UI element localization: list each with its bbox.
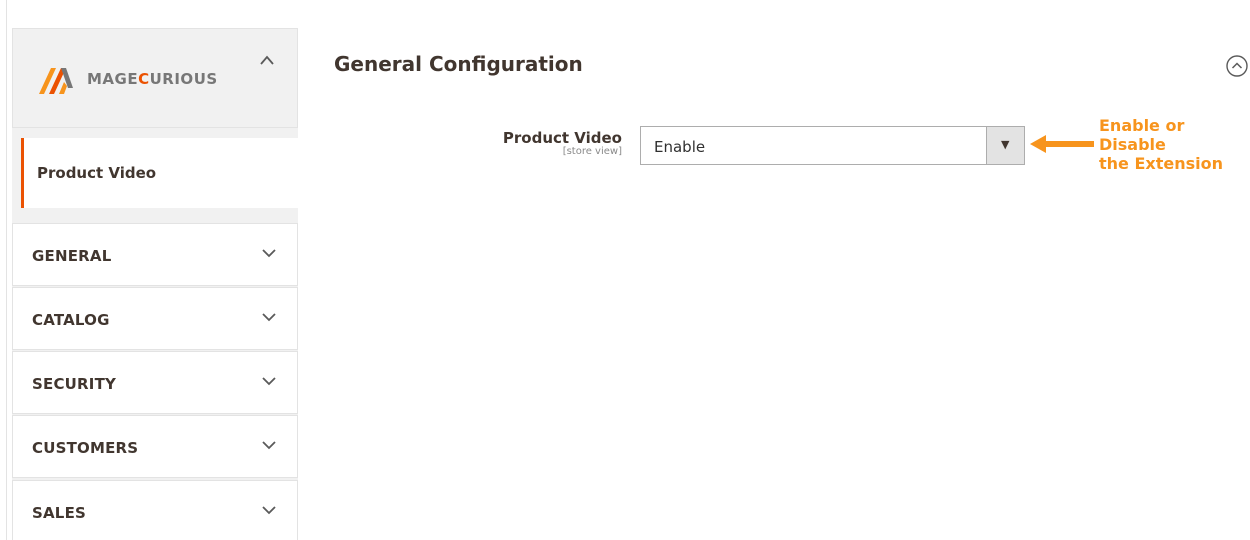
- sidebar-item-label: GENERAL: [32, 247, 112, 265]
- sidebar-item-sales[interactable]: SALES: [12, 480, 298, 540]
- triangle-down-icon: ▼: [1001, 138, 1010, 151]
- sidebar-item-label: SECURITY: [32, 375, 117, 393]
- circle-chevron-up-icon[interactable]: [1225, 54, 1249, 78]
- chevron-down-icon: [262, 313, 276, 322]
- product-video-select[interactable]: Enable ▼: [640, 126, 1025, 165]
- brand-logo-text: MAGECURIOUS: [87, 70, 218, 88]
- page-left-border: [6, 0, 7, 540]
- sidebar-item-label: Product Video: [37, 164, 157, 182]
- annotation-callout: Enable or Disable the Extension: [1099, 116, 1223, 173]
- annotation-line: Disable: [1099, 135, 1166, 154]
- select-value: Enable: [654, 138, 706, 156]
- sidebar-item-label: SALES: [32, 504, 87, 522]
- sidebar-item-customers[interactable]: CUSTOMERS: [12, 415, 298, 478]
- field-label-product-video: Product Video: [502, 129, 622, 147]
- chevron-down-icon: [262, 506, 276, 515]
- brand-section-header[interactable]: MAGECURIOUS: [12, 28, 298, 128]
- arrow-left-icon: [1030, 135, 1094, 153]
- chevron-down-icon: [262, 249, 276, 258]
- chevron-down-icon: [262, 377, 276, 386]
- annotation-line: the Extension: [1099, 154, 1223, 173]
- sidebar-item-general[interactable]: GENERAL: [12, 223, 298, 286]
- annotation-line: Enable or: [1099, 116, 1185, 135]
- chevron-up-icon[interactable]: [259, 53, 275, 67]
- sidebar-item-catalog[interactable]: CATALOG: [12, 287, 298, 350]
- field-scope-label: [store view]: [562, 146, 622, 157]
- magecurious-logo-icon: [39, 68, 73, 94]
- sidebar-item-label: CATALOG: [32, 311, 110, 329]
- select-dropdown-button[interactable]: ▼: [986, 127, 1024, 164]
- sidebar-item-label: CUSTOMERS: [32, 439, 139, 457]
- section-title[interactable]: General Configuration: [334, 52, 583, 76]
- sidebar-item-product-video[interactable]: Product Video: [21, 138, 298, 208]
- config-sidebar: MAGECURIOUS Product Video GENERAL CATALO…: [12, 28, 298, 540]
- chevron-down-icon: [262, 441, 276, 450]
- sidebar-item-security[interactable]: SECURITY: [12, 351, 298, 414]
